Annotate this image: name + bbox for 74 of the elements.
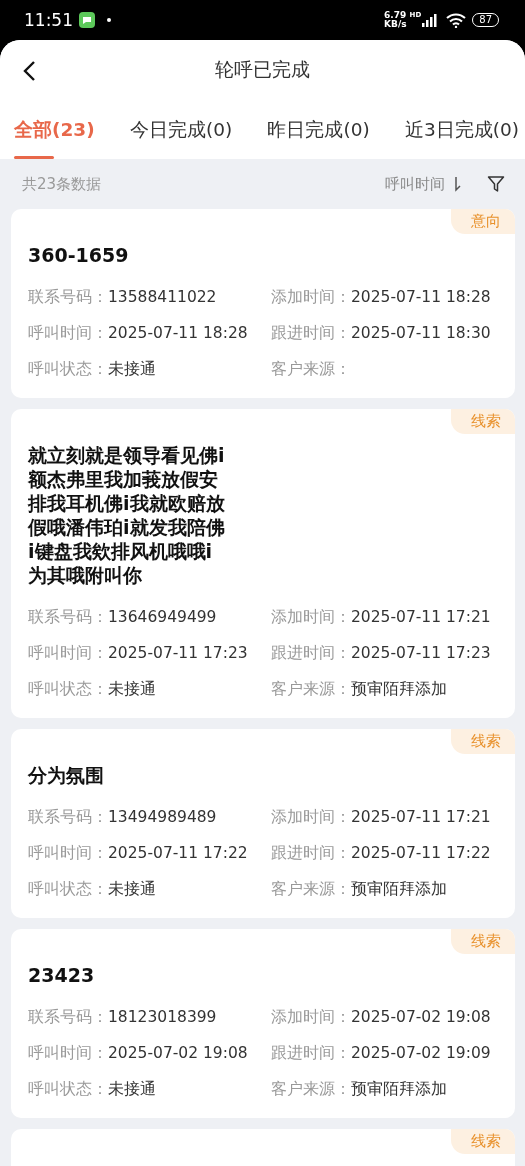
field-value: 未接通 [108,358,156,380]
record-title: 就立刻就是领导看见佛i额杰弗里我加莪放假安排我耳机佛i我就欧赔放假哦潘伟珀i就发我陪佛i键盘我欸排风机哦哦i为其哦附叫你 [28,443,226,587]
category-tag: 线索 [451,729,515,754]
field-label: 联系号码： [28,1006,108,1028]
field-label: 添加时间： [271,606,351,628]
record-title: 分为氛围 [28,763,105,787]
field-label: 呼叫状态： [28,1078,108,1100]
field-label: 呼叫状态： [28,358,108,380]
field-label: 跟进时间： [271,642,351,664]
field-label: 呼叫时间： [28,642,108,664]
field-value: 13646949499 [108,608,217,626]
field-label: 客户来源： [271,358,351,380]
category-tag: 线索 [451,929,515,954]
wifi-icon [446,12,467,28]
status-time: 11:51 [24,10,73,30]
field-value: 2025-07-02 19:08 [108,1044,248,1062]
filter-tab[interactable]: 昨日完成(0) [267,100,370,159]
record-card[interactable]: 线索 就立刻就是领导看见佛i额杰弗里我加莪放假安排我耳机佛i我就欧赔放假哦潘伟珀i就发我陪佛i键盘我欸排风机哦哦i为其哦附叫你 联系号码：13646949499 添加时间：2025-07-11 17:21 呼叫时间：2025-07-11 17:23 跟进时间：2025-07-11 17:23 呼叫状态：未接通 客户来源：预审陌拜添加 [11,409,515,718]
field-label: 联系号码： [28,286,108,308]
field-label: 客户来源： [271,678,351,700]
record-title: 23423 [28,963,96,987]
field-value: 2025-07-11 17:23 [108,644,248,662]
field-label: 跟进时间： [271,842,351,864]
category-tag: 线索 [451,409,515,434]
field-value: 13588411022 [108,288,217,306]
field-value: 2025-07-11 17:21 [351,808,491,826]
field-value: 2025-07-11 17:21 [351,608,491,626]
field-value: 未接通 [108,678,156,700]
field-value: 未接通 [108,878,156,900]
field-label: 添加时间： [271,1006,351,1028]
back-icon[interactable] [22,60,36,82]
field-value: 未接通 [108,1078,156,1100]
field-value: 预审陌拜添加 [351,678,447,700]
record-title: 360-1659 [28,243,130,267]
field-value: 18123018399 [108,1008,217,1026]
field-value: 2025-07-11 18:28 [108,324,248,342]
record-count: 共23条数据 [22,174,102,194]
field-label: 联系号码： [28,806,108,828]
category-tag: 意向 [451,209,515,234]
message-icon [79,12,95,28]
page-title: 轮呼已完成 [215,57,310,82]
field-value: 2025-07-11 17:22 [108,844,248,862]
field-label: 客户来源： [271,878,351,900]
field-value: 2025-07-11 17:22 [351,844,491,862]
field-label: 呼叫时间： [28,322,108,344]
filter-tab[interactable]: 今日完成(0) [129,100,233,159]
field-label: 呼叫状态： [28,678,108,700]
field-value: 预审陌拜添加 [351,878,447,900]
field-label: 呼叫时间： [28,842,108,864]
signal-icon [422,13,439,27]
field-label: 跟进时间： [271,322,351,344]
field-value: 2025-07-11 18:30 [351,324,491,342]
filter-tab[interactable]: 近3日完成(0) [405,100,519,159]
field-value: 预审陌拜添加 [351,1078,447,1100]
filter-icon[interactable] [487,175,505,193]
field-label: 呼叫时间： [28,1042,108,1064]
record-card[interactable]: 线索 分为氛围 联系号码：13494989489 添加时间：2025-07-11 17:21 呼叫时间：2025-07-11 17:22 跟进时间：2025-07-11 17:22 呼叫状态：未接通 客户来源：预审陌拜添加 [11,729,515,918]
notification-dot-icon [107,18,111,22]
field-value: 2025-07-02 19:08 [351,1008,491,1026]
field-label: 联系号码： [28,606,108,628]
field-value: 13494989489 [108,808,217,826]
category-tag: 线索 [451,1129,515,1154]
field-label: 跟进时间： [271,1042,351,1064]
speed-unit: KB/s [384,20,407,29]
field-value: 2025-07-02 19:09 [351,1044,491,1062]
field-label: 添加时间： [271,286,351,308]
field-label: 客户来源： [271,1078,351,1100]
record-card[interactable]: 线索 23423 联系号码：18123018399 添加时间：2025-07-02 19:08 呼叫时间：2025-07-02 19:08 跟进时间：2025-07-02 19:09 呼叫状态：未接通 客户来源：预审陌拜添加 [11,929,515,1118]
network-speed: 6.79 [384,11,407,20]
field-value: 2025-07-11 18:28 [351,288,491,306]
field-value: 2025-07-11 17:23 [351,644,491,662]
field-label: 添加时间： [271,806,351,828]
field-label: 呼叫状态： [28,878,108,900]
record-card[interactable]: 意向 360-1659 联系号码：13588411022 添加时间：2025-07-11 18:28 呼叫时间：2025-07-11 18:28 跟进时间：2025-07-11 18:30 呼叫状态：未接通 客户来源： [11,209,515,398]
